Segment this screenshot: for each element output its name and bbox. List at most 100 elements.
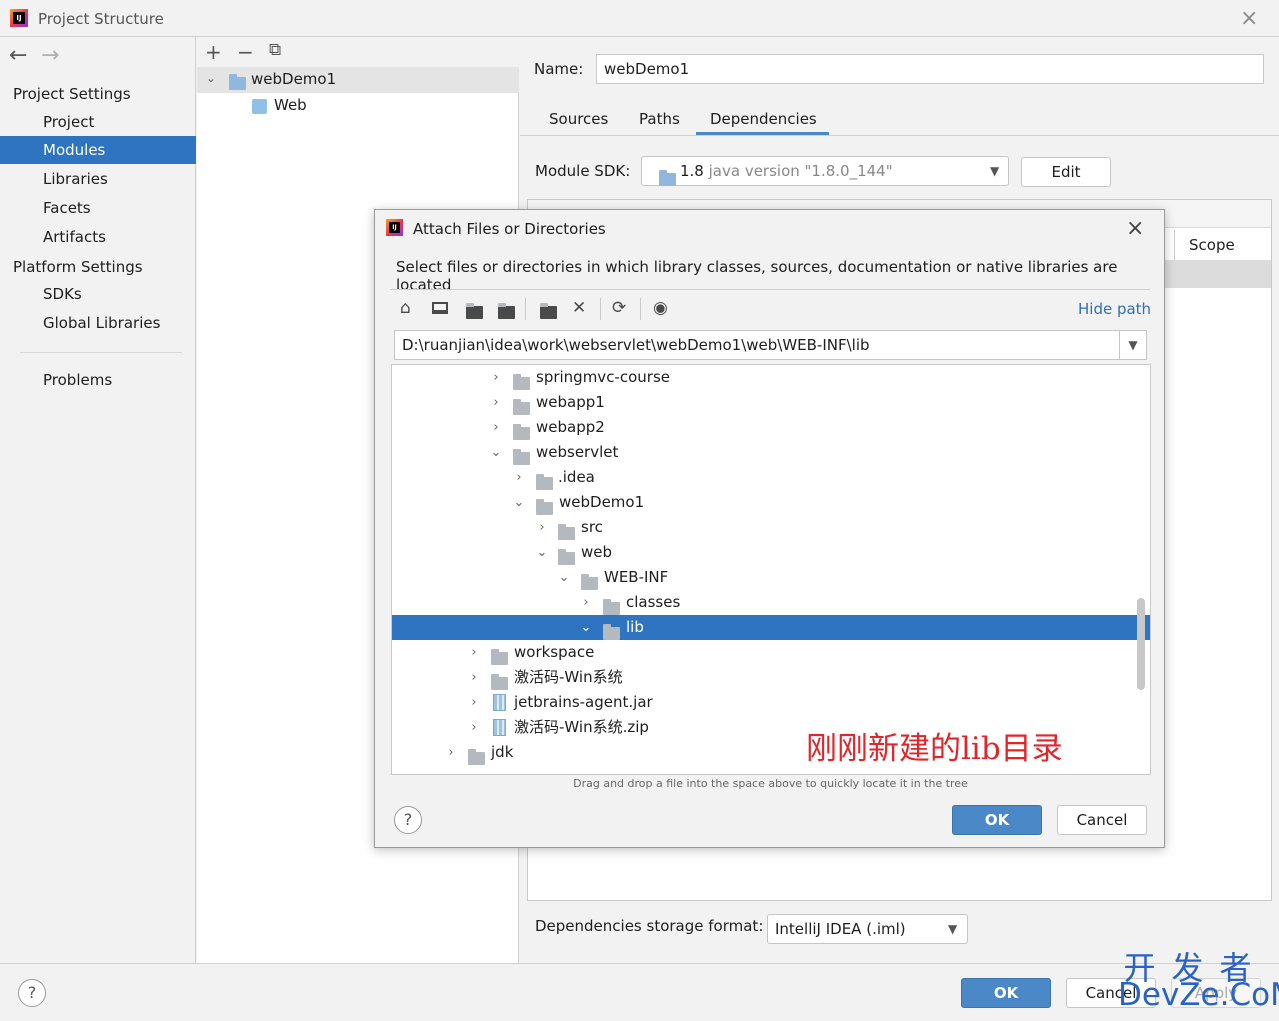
new-folder-icon[interactable] — [540, 303, 557, 321]
chevron-right-icon[interactable]: › — [468, 690, 480, 715]
left-navigation: ← → Project Settings Project Modules Lib… — [0, 37, 196, 963]
nav-item-facets[interactable]: Facets — [0, 194, 196, 222]
platform-settings-heading: Platform Settings — [13, 258, 143, 276]
chevron-down-icon[interactable]: ⌄ — [558, 565, 570, 590]
tree-row[interactable]: ⌄ webDemo1 — [392, 490, 1150, 515]
storage-format-select[interactable]: IntelliJ IDEA (.iml) ▼ — [767, 914, 968, 944]
add-icon[interactable]: + — [205, 40, 222, 64]
chevron-down-icon[interactable]: ⌄ — [580, 615, 592, 640]
tree-label: 激活码-Win系统 — [514, 668, 623, 686]
chevron-right-icon[interactable]: › — [468, 665, 480, 690]
tree-label: webDemo1 — [559, 493, 645, 511]
copy-icon[interactable]: ⧉ — [269, 40, 281, 60]
help-button[interactable]: ? — [18, 979, 46, 1007]
project-settings-heading: Project Settings — [13, 85, 131, 103]
module-tree-row-webdemo1[interactable]: ⌄ webDemo1 — [197, 67, 519, 93]
chevron-down-icon[interactable]: ⌄ — [206, 71, 216, 85]
nav-item-libraries[interactable]: Libraries — [0, 165, 196, 193]
chevron-right-icon[interactable]: › — [490, 390, 502, 415]
chevron-right-icon[interactable]: › — [580, 590, 592, 615]
toolbar-separator — [600, 298, 601, 320]
tree-row[interactable]: › 激活码-Win系统 — [392, 665, 1150, 690]
nav-item-global-libraries[interactable]: Global Libraries — [0, 309, 196, 337]
tree-label: webservlet — [536, 443, 619, 461]
path-input[interactable]: D:\ruanjian\idea\work\webservlet\webDemo… — [394, 330, 1147, 360]
tree-label: 激活码-Win系统.zip — [514, 718, 649, 736]
dialog-cancel-button[interactable]: Cancel — [1057, 805, 1147, 835]
tree-row[interactable]: ⌄ WEB-INF — [392, 565, 1150, 590]
tree-row[interactable]: › springmvc-course — [392, 365, 1150, 390]
remove-icon[interactable]: − — [237, 40, 254, 64]
toolbar-separator — [640, 298, 641, 320]
chevron-down-icon[interactable]: ⌄ — [536, 540, 548, 565]
chevron-right-icon[interactable]: › — [536, 515, 548, 540]
module-sdk-select[interactable]: 1.8 java version "1.8.0_144" ▼ — [641, 156, 1009, 186]
dialog-close-icon[interactable]: × — [1126, 216, 1144, 241]
tab-dependencies[interactable]: Dependencies — [710, 110, 817, 128]
delete-icon[interactable]: ✕ — [572, 298, 586, 318]
module-folder-icon[interactable] — [498, 303, 515, 321]
window-titlebar: IJ Project Structure × — [0, 0, 1279, 37]
desktop-icon[interactable] — [432, 302, 448, 314]
chevron-down-icon[interactable]: ⌄ — [513, 490, 525, 515]
tree-row[interactable]: › src — [392, 515, 1150, 540]
dialog-ok-button[interactable]: OK — [952, 805, 1042, 835]
drag-drop-hint: Drag and drop a file into the space abov… — [573, 777, 968, 790]
storage-format-label: Dependencies storage format: — [535, 917, 764, 935]
chevron-right-icon[interactable]: › — [490, 365, 502, 390]
tree-row[interactable]: ⌄ webservlet — [392, 440, 1150, 465]
annotation-text: 刚刚新建的lib目录 — [806, 731, 1063, 767]
intellij-logo-icon: IJ — [10, 9, 28, 27]
forward-arrow-icon[interactable]: → — [41, 43, 59, 68]
edit-sdk-button[interactable]: Edit — [1021, 157, 1111, 187]
chevron-right-icon[interactable]: › — [490, 415, 502, 440]
show-hidden-icon[interactable]: ◉ — [653, 298, 668, 318]
dialog-help-button[interactable]: ? — [394, 806, 422, 834]
back-arrow-icon[interactable]: ← — [9, 43, 27, 68]
tree-row[interactable]: ⌄ web — [392, 540, 1150, 565]
tree-label: lib — [626, 618, 644, 636]
chevron-right-icon[interactable]: › — [468, 640, 480, 665]
chevron-right-icon[interactable]: › — [468, 715, 480, 740]
file-tree[interactable]: › springmvc-course › webapp1 › webapp2 ⌄… — [391, 364, 1151, 775]
window-close-icon[interactable]: × — [1240, 6, 1258, 31]
nav-item-artifacts[interactable]: Artifacts — [0, 223, 196, 251]
chevron-down-icon[interactable]: ⌄ — [490, 440, 502, 465]
tab-paths[interactable]: Paths — [639, 110, 680, 128]
tree-row-selected[interactable]: ⌄ lib — [392, 615, 1150, 640]
scope-column-header[interactable]: Scope — [1189, 236, 1235, 254]
tree-row[interactable]: › jetbrains-agent.jar — [392, 690, 1150, 715]
nav-item-problems[interactable]: Problems — [0, 366, 196, 394]
window-title: Project Structure — [38, 10, 164, 28]
tree-row[interactable]: › .idea — [392, 465, 1150, 490]
tree-scrollbar[interactable] — [1137, 598, 1145, 690]
module-tree-row-web[interactable]: Web — [197, 93, 519, 119]
name-field[interactable]: webDemo1 — [596, 54, 1264, 84]
ok-button[interactable]: OK — [961, 978, 1051, 1008]
refresh-icon[interactable]: ⟳ — [612, 298, 626, 318]
nav-item-project[interactable]: Project — [0, 108, 196, 136]
tree-row[interactable]: › workspace — [392, 640, 1150, 665]
dropdown-arrow-icon[interactable]: ▼ — [990, 157, 999, 185]
tree-row[interactable]: › classes — [392, 590, 1150, 615]
nav-item-modules[interactable]: Modules — [0, 136, 196, 164]
tree-row[interactable]: › webapp2 — [392, 415, 1150, 440]
tree-label: classes — [626, 593, 681, 611]
chevron-right-icon[interactable]: › — [445, 740, 457, 765]
path-history-dropdown-icon[interactable]: ▼ — [1119, 331, 1146, 359]
dialog-divider — [390, 289, 1150, 290]
nav-item-sdks[interactable]: SDKs — [0, 280, 196, 308]
chevron-right-icon[interactable]: › — [513, 465, 525, 490]
hide-path-link[interactable]: Hide path — [1078, 300, 1151, 318]
project-folder-icon[interactable] — [466, 303, 483, 321]
tree-label: src — [581, 518, 603, 536]
module-toolbar: + − ⧉ — [197, 37, 519, 67]
tree-row[interactable]: › webapp1 — [392, 390, 1150, 415]
tab-sources[interactable]: Sources — [549, 110, 608, 128]
home-icon[interactable]: ⌂ — [400, 298, 411, 318]
module-sdk-label: Module SDK: — [535, 162, 631, 180]
module-folder-icon — [229, 74, 246, 92]
dropdown-arrow-icon[interactable]: ▼ — [948, 915, 957, 943]
tree-label: .idea — [558, 468, 595, 486]
tree-label: jetbrains-agent.jar — [514, 693, 653, 711]
